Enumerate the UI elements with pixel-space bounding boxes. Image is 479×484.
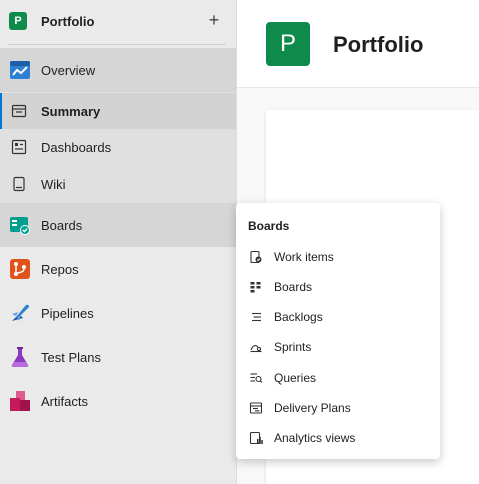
nav-label-test-plans: Test Plans bbox=[41, 349, 101, 365]
dashboards-icon bbox=[11, 139, 27, 155]
menu-item-boards[interactable]: Boards bbox=[236, 272, 440, 302]
nav-item-artifacts[interactable]: Artifacts bbox=[0, 379, 236, 423]
add-button[interactable]: + bbox=[204, 10, 224, 30]
backlogs-icon bbox=[252, 312, 261, 322]
menu-item-backlogs[interactable]: Backlogs bbox=[236, 302, 440, 332]
nav-label-summary: Summary bbox=[41, 103, 101, 119]
nav-label-wiki: Wiki bbox=[41, 176, 66, 192]
header-divider bbox=[8, 44, 226, 45]
artifacts-icon bbox=[10, 391, 30, 411]
test-plans-icon bbox=[11, 347, 29, 367]
summary-icon bbox=[11, 104, 27, 118]
nav-label-artifacts: Artifacts bbox=[41, 393, 88, 409]
nav-item-boards[interactable]: Boards bbox=[0, 203, 236, 247]
nav-item-test-plans[interactable]: Test Plans bbox=[0, 335, 236, 379]
pipelines-icon bbox=[12, 304, 29, 321]
analytics-views-icon bbox=[249, 431, 263, 445]
menu-item-sprints[interactable]: Sprints bbox=[236, 332, 440, 362]
nav-label-dashboards: Dashboards bbox=[41, 139, 112, 155]
menu-label-queries: Queries bbox=[274, 371, 317, 385]
nav-label-pipelines: Pipelines bbox=[41, 305, 94, 321]
boards-nav-icon bbox=[10, 217, 30, 235]
repos-icon bbox=[10, 259, 30, 279]
menu-label-delivery-plans: Delivery Plans bbox=[274, 401, 351, 415]
wiki-icon bbox=[13, 176, 25, 192]
menu-item-delivery-plans[interactable]: Delivery Plans bbox=[236, 393, 440, 423]
page-title: Portfolio bbox=[333, 32, 424, 57]
menu-label-analytics-views: Analytics views bbox=[274, 431, 356, 445]
boards-flyout-menu: Boards Work items Boards Backlogs Sprint… bbox=[236, 203, 440, 459]
project-header: P Portfolio + bbox=[0, 0, 236, 46]
nav-item-pipelines[interactable]: Pipelines bbox=[0, 291, 236, 335]
nav-label-overview: Overview bbox=[41, 62, 96, 78]
main-header: P Portfolio bbox=[237, 0, 479, 88]
main-project-avatar: P bbox=[266, 22, 310, 66]
sprints-icon bbox=[250, 345, 262, 353]
boards-icon bbox=[250, 282, 261, 293]
project-name[interactable]: Portfolio bbox=[41, 14, 94, 29]
menu-label-boards: Boards bbox=[274, 280, 313, 294]
nav-label-boards: Boards bbox=[41, 217, 83, 233]
nav-item-wiki[interactable]: Wiki bbox=[0, 166, 236, 202]
flyout-title: Boards bbox=[248, 219, 290, 233]
work-items-icon bbox=[250, 250, 262, 264]
left-navigation: P Portfolio + Overview Summary Dashboard… bbox=[0, 0, 237, 484]
menu-item-queries[interactable]: Queries bbox=[236, 363, 440, 393]
menu-label-sprints: Sprints bbox=[274, 340, 312, 354]
nav-item-overview[interactable]: Overview bbox=[0, 48, 236, 92]
queries-icon bbox=[250, 373, 263, 383]
menu-label-backlogs: Backlogs bbox=[274, 310, 323, 324]
menu-label-work-items: Work items bbox=[274, 250, 334, 264]
nav-item-summary[interactable]: Summary bbox=[0, 93, 236, 129]
project-avatar[interactable]: P bbox=[9, 12, 27, 30]
delivery-plans-icon bbox=[249, 402, 263, 414]
menu-item-analytics-views[interactable]: Analytics views bbox=[236, 423, 440, 453]
overview-icon bbox=[10, 61, 30, 79]
nav-item-repos[interactable]: Repos bbox=[0, 247, 236, 291]
nav-item-dashboards[interactable]: Dashboards bbox=[0, 129, 236, 165]
nav-label-repos: Repos bbox=[41, 261, 79, 277]
menu-item-work-items[interactable]: Work items bbox=[236, 242, 440, 272]
